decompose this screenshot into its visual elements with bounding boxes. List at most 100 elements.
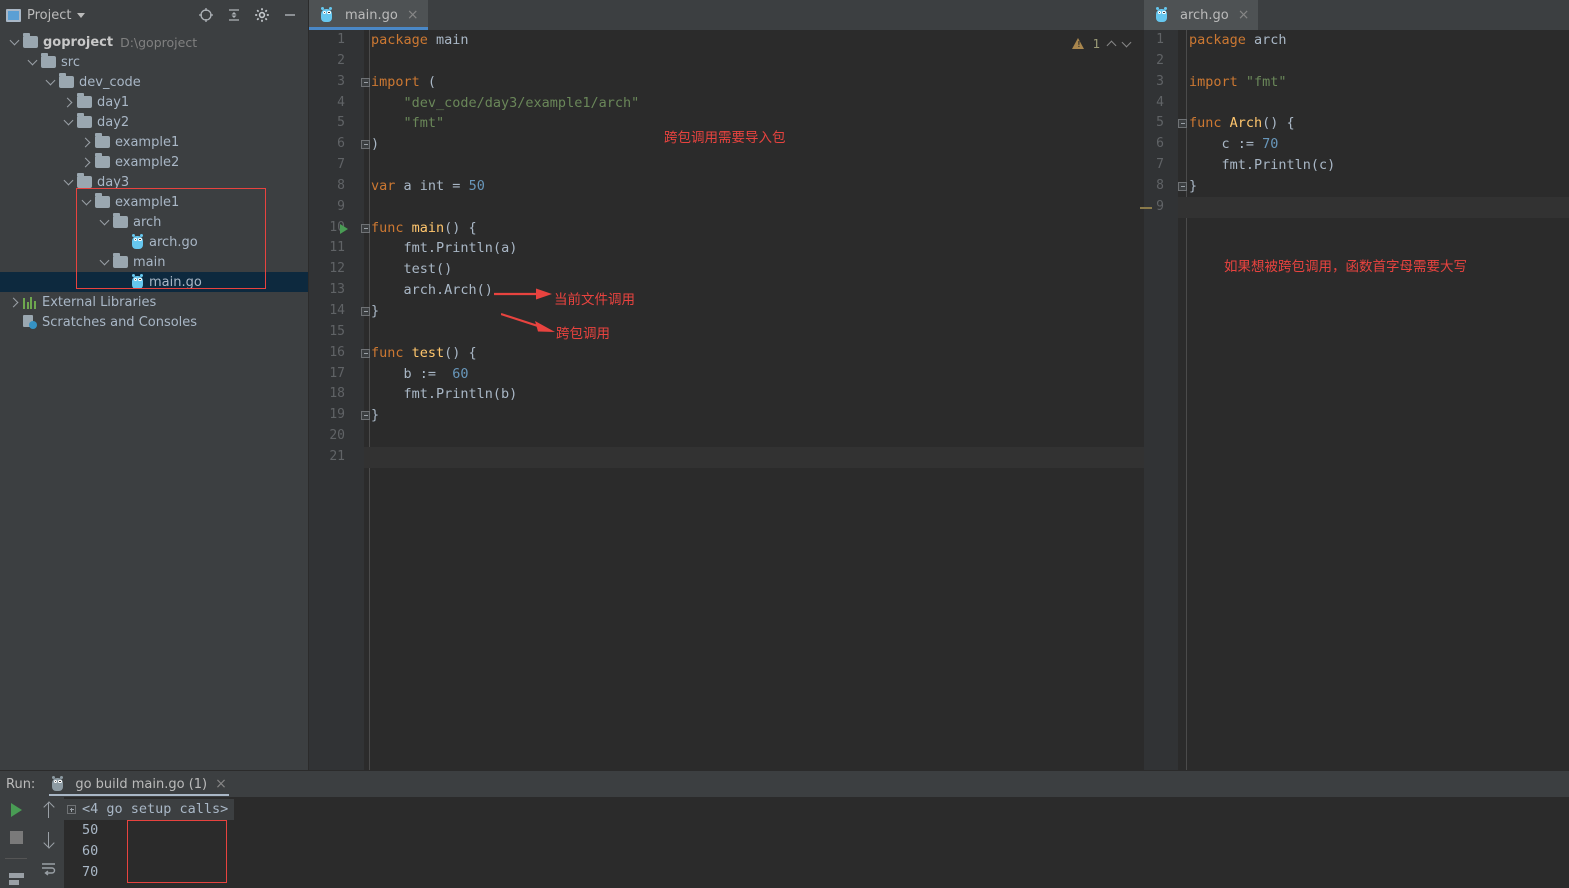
code-line[interactable]: 14}	[309, 301, 1144, 322]
chevron-right-icon[interactable]	[80, 156, 93, 169]
minimize-icon[interactable]	[282, 7, 298, 23]
expand-icon[interactable]	[67, 805, 76, 814]
code-line[interactable]: 10 func main() {	[309, 218, 1144, 239]
editor-body-left[interactable]: 1 package main 2 3 import (4 "dev_code/day3/…	[309, 30, 1144, 770]
tree-node-src[interactable]: src	[0, 52, 308, 72]
code-line[interactable]: 8}	[1144, 176, 1569, 197]
tree-node-example2[interactable]: example2	[0, 152, 308, 172]
tree-node-dev-code[interactable]: dev_code	[0, 72, 308, 92]
close-icon[interactable]: ×	[407, 8, 419, 22]
tree-node-example1[interactable]: example1	[0, 192, 308, 212]
tree-node-example1[interactable]: example1	[0, 132, 308, 152]
code-fold-icon[interactable]	[361, 411, 370, 421]
console-output[interactable]: <4 go setup calls> 50 60 70	[64, 797, 1569, 888]
code-line[interactable]: 9	[309, 197, 1144, 218]
chevron-down-icon[interactable]	[1121, 37, 1132, 47]
console-setup-line[interactable]: <4 go setup calls>	[64, 799, 235, 820]
annotation-text: 跨包调用需要导入包	[664, 130, 786, 146]
tree-node-day3[interactable]: day3	[0, 172, 308, 192]
code-line[interactable]: 4 "dev_code/day3/example1/arch"	[309, 93, 1144, 114]
chevron-down-icon[interactable]	[44, 75, 57, 89]
tree-node-main-go[interactable]: main.go	[0, 272, 308, 292]
tree-node-scratches-and-consoles[interactable]: Scratches and Consoles	[0, 312, 308, 332]
code-line[interactable]: 3 import "fmt"	[1144, 72, 1569, 93]
code-fold-icon[interactable]	[361, 223, 370, 233]
tree-node-day1[interactable]: day1	[0, 92, 308, 112]
chevron-up-icon[interactable]	[1106, 40, 1117, 50]
run-icon[interactable]	[10, 803, 22, 817]
code-line[interactable]: 7	[309, 155, 1144, 176]
project-panel: Project goproject D:\goproject src dev_code…	[0, 0, 309, 770]
run-nav-column	[32, 797, 64, 888]
tree-node-external-libraries[interactable]: External Libraries	[0, 292, 308, 312]
run-tab-go-build[interactable]: go build main.go (1) ×	[45, 771, 233, 797]
collapse-all-icon[interactable]	[226, 7, 242, 23]
tab-main-go[interactable]: main.go ×	[309, 0, 428, 30]
project-tree[interactable]: goproject D:\goproject src dev_code day1 day2…	[0, 30, 308, 332]
warning-count: 1	[1092, 36, 1100, 51]
code-line[interactable]: 18 fmt.Println(b)	[309, 384, 1144, 405]
code-line[interactable]: 17 b := 60	[309, 364, 1144, 385]
code-line[interactable]: 2	[1144, 51, 1569, 72]
code-lines-left[interactable]: 1 package main 2 3 import (4 "dev_code/day3/…	[309, 30, 1144, 468]
editor-body-right[interactable]: 1 package arch 2 3 import "fmt" 4 5 func Arch()…	[1140, 30, 1569, 770]
soft-wrap-icon[interactable]	[41, 861, 56, 876]
run-gutter-icon[interactable]	[340, 224, 348, 235]
code-line[interactable]: 13 arch.Arch()	[309, 280, 1144, 301]
chevron-right-icon[interactable]	[8, 296, 21, 309]
chevron-right-icon[interactable]	[62, 96, 75, 109]
code-line[interactable]: 8 var a int = 50	[309, 176, 1144, 197]
tree-node-arch-go[interactable]: arch.go	[0, 232, 308, 252]
code-line[interactable]: 6 c := 70	[1144, 134, 1569, 155]
code-fold-icon[interactable]	[1178, 181, 1187, 191]
code-line[interactable]: 4	[1144, 93, 1569, 114]
project-title-group[interactable]: Project	[6, 8, 198, 23]
stop-icon[interactable]	[9, 831, 23, 844]
tree-node-day2[interactable]: day2	[0, 112, 308, 132]
code-lines-right[interactable]: 1 package arch 2 3 import "fmt" 4 5 func Arch()…	[1144, 30, 1569, 218]
chevron-down-icon[interactable]	[26, 55, 39, 69]
tree-node-arch[interactable]: arch	[0, 212, 308, 232]
chevron-down-icon[interactable]	[77, 12, 86, 18]
settings-gear-icon[interactable]	[254, 7, 270, 23]
inspection-widget[interactable]: 1	[1072, 36, 1132, 51]
code-line[interactable]: 16 func test() {	[309, 343, 1144, 364]
code-line[interactable]: 2	[309, 51, 1144, 72]
code-line[interactable]: 1 package main	[309, 30, 1144, 51]
code-line[interactable]: 12 test()	[309, 259, 1144, 280]
scroll-up-icon[interactable]	[43, 803, 54, 818]
code-line[interactable]: 1 package arch	[1144, 30, 1569, 51]
locate-icon[interactable]	[198, 7, 214, 23]
chevron-down-icon[interactable]	[8, 35, 21, 49]
code-line[interactable]: 19}	[309, 405, 1144, 426]
code-line[interactable]: 5 func Arch() {	[1144, 113, 1569, 134]
print-icon[interactable]	[8, 873, 24, 886]
code-line[interactable]: 15	[309, 322, 1144, 343]
close-icon[interactable]: ×	[1238, 8, 1250, 22]
chevron-right-icon[interactable]	[80, 136, 93, 149]
code-line[interactable]: 7 fmt.Println(c)	[1144, 155, 1569, 176]
code-fold-icon[interactable]	[361, 140, 370, 150]
code-fold-icon[interactable]	[361, 306, 370, 316]
tree-node-goproject[interactable]: goproject D:\goproject	[0, 32, 308, 52]
code-fold-icon[interactable]	[1178, 119, 1187, 129]
code-line[interactable]: 11 fmt.Println(a)	[309, 238, 1144, 259]
chevron-down-icon[interactable]	[62, 115, 75, 129]
chevron-down-icon[interactable]	[80, 195, 93, 209]
close-icon[interactable]: ×	[215, 777, 227, 791]
code-line[interactable]: 20	[309, 426, 1144, 447]
line-number: 2	[1156, 52, 1164, 68]
code-line[interactable]: 21	[309, 446, 1144, 468]
scroll-down-icon[interactable]	[43, 832, 54, 847]
tree-node-main[interactable]: main	[0, 252, 308, 272]
tree-node-label: main	[133, 254, 166, 270]
line-number: 5	[337, 115, 345, 131]
chevron-down-icon[interactable]	[98, 255, 111, 269]
code-line[interactable]: 3 import (	[309, 72, 1144, 93]
tab-arch-go[interactable]: arch.go ×	[1144, 0, 1259, 30]
chevron-down-icon[interactable]	[98, 215, 111, 229]
code-fold-icon[interactable]	[361, 348, 370, 358]
code-fold-icon[interactable]	[361, 77, 370, 87]
code-line[interactable]: 9	[1144, 196, 1569, 218]
chevron-down-icon[interactable]	[62, 175, 75, 189]
